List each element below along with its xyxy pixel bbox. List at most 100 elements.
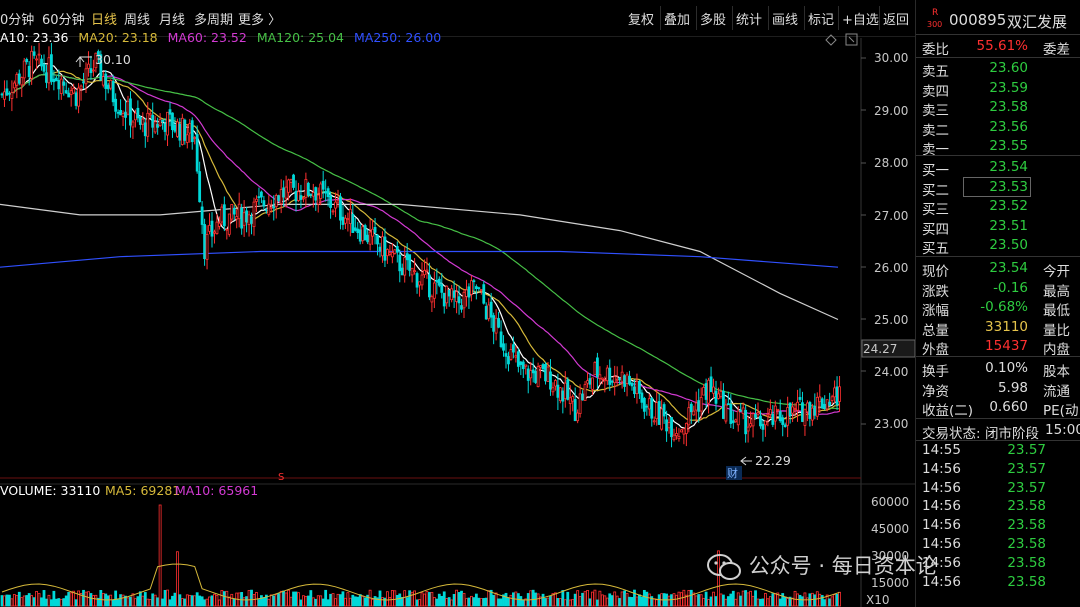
volume-bar	[487, 590, 491, 607]
candle-body	[465, 289, 468, 297]
volume-bar	[423, 593, 426, 607]
candle-body	[274, 195, 278, 208]
volume-bar	[818, 593, 822, 607]
candle-body	[326, 188, 330, 198]
ask-level-value: 23.58	[989, 99, 1028, 115]
volume-bar	[610, 595, 614, 607]
volume-bar	[702, 597, 706, 607]
candle-body	[363, 225, 367, 241]
volume-bar	[623, 590, 626, 607]
candle-body	[297, 191, 300, 201]
volume-bar	[687, 590, 691, 607]
candle-body	[67, 92, 71, 98]
candle-body	[314, 187, 318, 201]
diamond-icon[interactable]	[825, 34, 837, 46]
volume-bar	[598, 590, 602, 607]
bid-level-row: 买三 23.52	[916, 197, 1080, 218]
quote-item-row: 涨跌 -0.16 最高	[916, 279, 1080, 300]
candle-body	[42, 63, 46, 72]
expand-icon[interactable]	[845, 33, 858, 46]
volume-bar	[707, 599, 710, 607]
order-ratio-value: 55.61%	[976, 38, 1028, 54]
volume-bar	[8, 594, 11, 607]
candle-body	[657, 401, 661, 425]
volume-bar	[42, 590, 46, 607]
candle-body	[242, 212, 246, 226]
volume-bar	[210, 595, 214, 607]
volume-bar	[395, 595, 399, 607]
volume-bar	[504, 592, 508, 607]
volume-bar	[309, 590, 313, 607]
candle-body	[447, 289, 451, 297]
divider	[916, 155, 1080, 156]
candle-body	[250, 216, 253, 224]
volume-bar	[250, 589, 253, 607]
candle-body	[531, 369, 535, 374]
quote-item-row: 总量 33110 量比	[916, 318, 1080, 339]
tick-time: 14:56	[922, 479, 961, 496]
candle-body	[494, 317, 498, 334]
volume-bar	[195, 592, 199, 607]
candle-body	[432, 282, 436, 299]
candle-body	[218, 222, 221, 227]
candle-body	[756, 412, 760, 415]
volume-bar	[84, 591, 88, 607]
quote-item-label: 总量	[922, 322, 949, 339]
volume-bar	[388, 597, 392, 607]
volume-bar	[657, 594, 661, 607]
candle-body	[442, 292, 446, 307]
volume-bar	[59, 598, 63, 607]
candle-body	[299, 195, 303, 200]
candle-body	[163, 123, 167, 132]
volume-bar	[89, 593, 93, 607]
volume-bar	[497, 598, 500, 607]
candles	[0, 42, 841, 448]
candle-body	[161, 119, 164, 123]
candle-body	[791, 406, 794, 414]
volume-bar	[766, 598, 770, 607]
candle-body	[662, 404, 666, 417]
volume-bar	[106, 595, 110, 607]
volume-bar	[324, 589, 328, 607]
volume-bar	[193, 595, 197, 607]
volume-bar	[712, 591, 715, 607]
quote-item-value: 33110	[985, 318, 1028, 335]
candle-body	[77, 87, 80, 107]
kline-chart[interactable]: 30.00 29.00 28.00 27.00 26.00 25.00 24.0…	[0, 0, 915, 607]
candle-body	[334, 201, 337, 209]
candle-body	[17, 73, 21, 84]
candle-body	[405, 253, 409, 261]
candle-body	[593, 361, 597, 376]
volume-bar	[344, 597, 347, 607]
candle-body	[57, 79, 61, 90]
candle-body	[670, 417, 673, 438]
candle-body	[455, 291, 458, 302]
volume-bar	[45, 598, 48, 607]
volume-bar	[751, 595, 755, 607]
candle-body	[729, 403, 733, 424]
volume-legend: VOLUME: 33110	[0, 483, 100, 498]
volume-bar	[605, 597, 609, 607]
candle-body	[52, 78, 56, 83]
volume-bar	[148, 599, 152, 607]
volume-bar	[121, 594, 125, 607]
high-price-label: 30.10	[95, 52, 131, 67]
candle-body	[818, 396, 822, 403]
volume-bar	[272, 595, 276, 607]
volume-bar	[838, 591, 841, 607]
candle-body	[356, 228, 360, 234]
candle-body	[74, 92, 78, 106]
volume-bar	[714, 596, 718, 607]
ask-level-value: 23.60	[989, 60, 1028, 76]
candle-body	[519, 361, 523, 365]
candle-body	[156, 124, 160, 128]
candle-body	[344, 217, 347, 224]
volume-bar	[536, 593, 540, 607]
candle-body	[573, 399, 577, 422]
volume-bar	[20, 597, 24, 607]
volume-bar	[198, 595, 202, 607]
candle-body	[205, 234, 209, 260]
volume-bar	[126, 597, 130, 607]
candle-body	[329, 195, 332, 208]
candle-body	[823, 403, 827, 409]
